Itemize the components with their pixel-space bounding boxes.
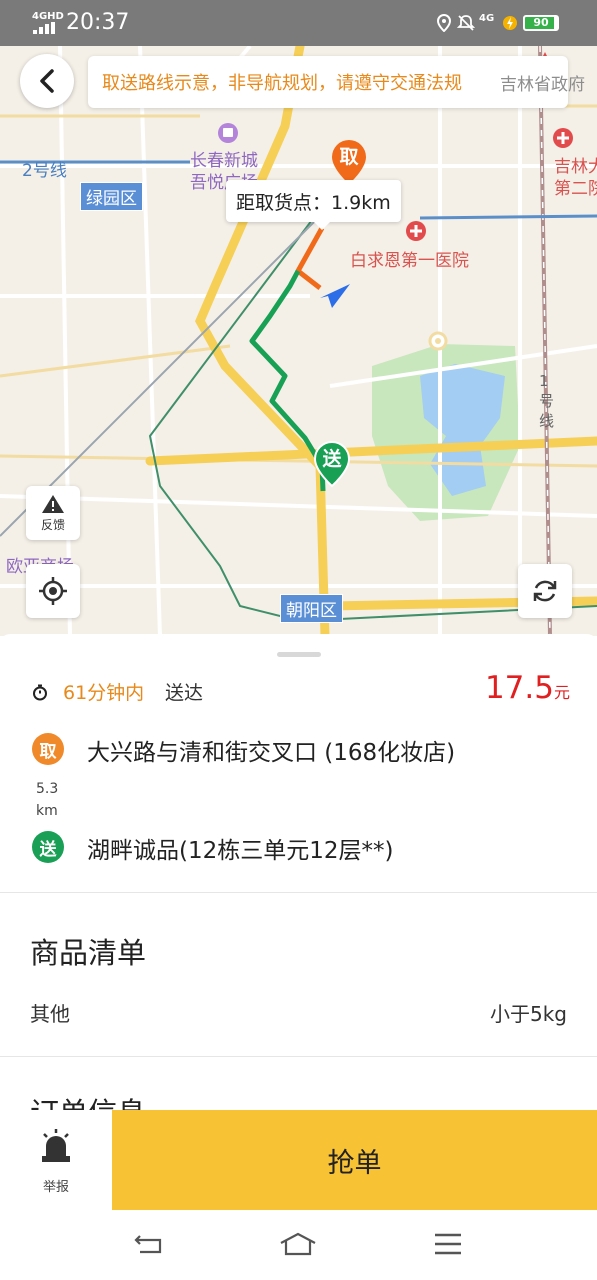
divider [0,892,597,893]
feedback-button[interactable]: 反馈 [26,486,80,540]
refresh-icon [533,580,557,602]
order-price: 17.5元 [485,670,570,706]
mute-bell-icon [455,12,477,34]
divider [0,1056,597,1057]
refresh-button[interactable] [518,564,572,618]
pickup-address: 大兴路与清和街交叉口 (168化妆店) [87,740,456,766]
goods-weight: 小于5kg [489,1002,567,1026]
network-type: 4GHD [32,11,64,22]
government-label: 吉林省政府 [500,75,585,95]
delivery-pin[interactable]: 送 [313,440,351,488]
district-lvyuan: 绿园区 [80,182,143,211]
goods-list-title: 商品清单 [30,936,147,970]
pickup-route [295,226,325,290]
distance-unit: km [36,803,58,819]
metro-line1-label: 1号线 [539,372,555,430]
battery-icon: 90 [523,15,559,31]
charging-icon [499,12,521,34]
nav-menu-button[interactable] [428,1228,468,1260]
status-time: 20:37 [66,10,130,35]
warning-icon [42,494,64,513]
order-info-title: 订单信息 [30,1090,146,1110]
chevron-left-icon [40,69,54,93]
home-icon [280,1232,316,1256]
route-distance: 5.3 km [36,778,58,822]
report-label: 举报 [42,1180,69,1195]
system-nav-bar [0,1214,597,1280]
metro-line2-label: 2号线 [22,161,67,181]
crosshair-icon [39,577,67,605]
nav-home-button[interactable] [278,1228,318,1260]
route-notice-banner: 取送路线示意，非导航规划，请遵守交通法规 [88,56,568,108]
price-value: 17.5 [484,670,554,706]
alarm-icon [42,1129,70,1162]
pickup-pin[interactable]: 取 [330,138,368,186]
hospital-label: 白求恩第一医院 [350,251,469,271]
current-position-icon [320,284,350,308]
locate-button[interactable] [26,564,80,618]
nav-back-button[interactable] [128,1228,168,1260]
distance-value: 5.3 [36,781,59,797]
delivery-address-row: 送 湖畔诚品(12栋三单元12层**) [30,830,570,866]
pickup-address-row: 取 大兴路与清和街交叉口 (168化妆店) [30,732,570,768]
route-map[interactable]: 长春新城 吾悦广场 白求恩第一医院 吉林省政府 吉林大 第二院 2号线 1号线 … [0,46,597,636]
pickup-badge: 取 [32,733,64,765]
price-unit: 元 [553,683,570,702]
mobile-data-label: 4G [479,13,495,24]
menu-icon [435,1233,461,1255]
delivery-address: 湖畔诚品(12栋三单元12层**) [87,838,394,864]
back-button[interactable] [20,54,74,108]
signal-icon [33,22,57,34]
order-detail-sheet[interactable]: 61分钟内 送达 17.5元 取 大兴路与清和街交叉口 (168化妆店) 5.3… [0,634,597,1110]
eta-suffix: 送达 [165,682,204,704]
status-icons: 4G 90 [433,12,563,34]
battery-level: 90 [533,16,549,29]
delivery-time-row: 61分钟内 送达 17.5元 [30,670,570,710]
feedback-label: 反馈 [40,517,65,532]
delivery-badge: 送 [32,831,64,863]
timer-icon [33,684,47,701]
sheet-drag-handle[interactable] [277,652,321,657]
report-button[interactable]: 举报 [0,1110,112,1214]
map-canvas [0,46,597,636]
location-icon [433,12,455,34]
back-icon [134,1235,162,1254]
bottom-action-bar: 举报 抢单 [0,1110,597,1214]
status-bar: 4GHD 20:37 4G 90 [0,0,597,46]
district-chaoyang: 朝阳区 [280,594,343,623]
goods-name: 其他 [30,1002,70,1026]
distance-tooltip: 距取货点：1.9km [226,180,401,230]
jilin-hospital-label: 吉林大 第二院 [554,157,597,199]
grab-order-button[interactable]: 抢单 [112,1110,597,1210]
eta-value: 61分钟内 [63,682,145,704]
